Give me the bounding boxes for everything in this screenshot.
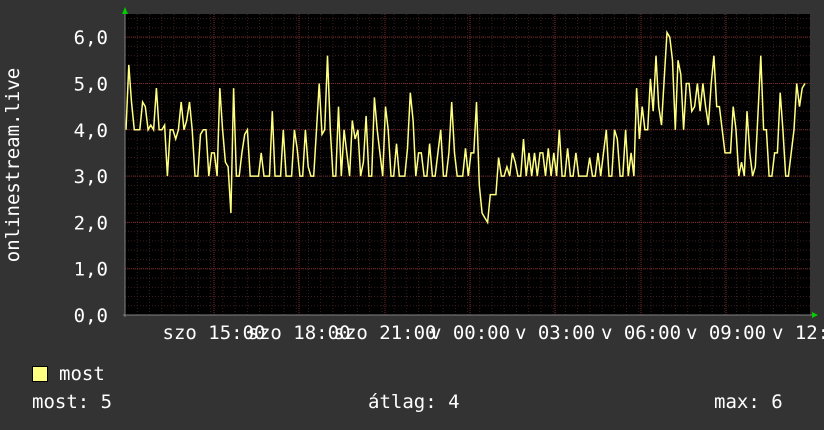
x-tick-label: szo 21:00 xyxy=(334,322,437,344)
stat-current: most: 5 xyxy=(32,391,113,413)
y-tick-label: 5,0 xyxy=(74,73,108,95)
legend: most xyxy=(32,362,105,386)
x-tick-label: v 06:00 xyxy=(601,322,681,344)
y-axis-label: onlinestream.live xyxy=(2,68,24,262)
legend-label: most xyxy=(59,363,105,385)
x-tick-label: v 00:00 xyxy=(430,322,510,344)
y-tick-labels: 0,0 1,0 2,0 3,0 4,0 5,0 6,0 xyxy=(74,27,108,327)
y-tick-label: 6,0 xyxy=(74,27,108,49)
y-tick-label: 3,0 xyxy=(74,166,108,188)
stat-average: átlag: 4 xyxy=(368,391,460,413)
y-tick-label: 1,0 xyxy=(74,259,108,281)
x-tick-labels: szo 15:00szo 18:00szo 21:00v 00:00 v 03:0… xyxy=(163,322,824,344)
legend-swatch xyxy=(32,366,48,382)
x-tick-label: v 03:00 xyxy=(515,322,595,344)
x-tick-label: v 12:00 xyxy=(772,322,824,344)
stat-max: max: 6 xyxy=(714,391,783,413)
y-tick-label: 2,0 xyxy=(74,212,108,234)
line-chart: 0,0 1,0 2,0 3,0 4,0 5,0 6,0 szo 15:00szo 18:00… xyxy=(2,7,824,344)
x-axis-arrow xyxy=(812,312,818,318)
y-tick-label: 4,0 xyxy=(74,120,108,142)
y-tick-label: 0,0 xyxy=(74,305,108,327)
x-tick-label: v 09:00 xyxy=(686,322,766,344)
y-axis-arrow xyxy=(122,7,128,14)
